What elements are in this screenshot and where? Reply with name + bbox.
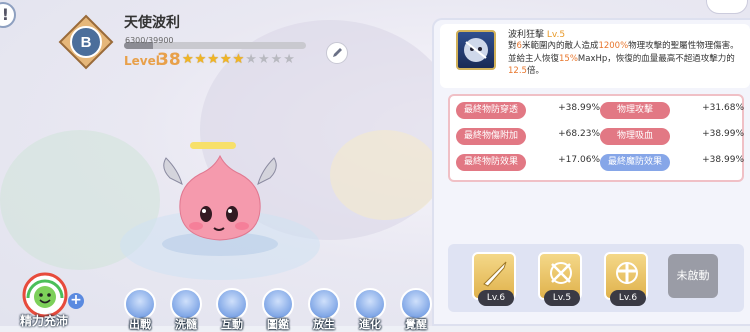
inactive-slot[interactable]: 未啟動 (668, 254, 718, 298)
stat-value: +38.99% (702, 129, 744, 139)
stat-row: 最終物傷附加 +68.23% (456, 128, 602, 145)
menu-label: 圖鑑 (267, 318, 289, 331)
energy-add-icon[interactable]: + (68, 293, 84, 309)
stat-row: 最終魔防效果 +38.99% (600, 154, 746, 171)
star-icon: ★ (270, 52, 283, 67)
star-icon: ★ (182, 52, 194, 67)
close-button[interactable] (706, 0, 748, 14)
stat-label: 物理吸血 (600, 128, 670, 145)
refine-button[interactable]: 洗髓 (166, 288, 206, 331)
menu-label: 出戰 (129, 318, 151, 331)
desc-text: 米範圍內的敵人造成 (521, 41, 599, 51)
passive-skill-level: Lv.6 (610, 290, 646, 306)
star-icon: ★ (245, 52, 257, 67)
stat-value: +38.99% (702, 155, 744, 165)
star-icon: ★ (219, 52, 232, 67)
stat-value: +17.06% (558, 155, 600, 165)
stat-value: +38.99% (558, 103, 600, 113)
desc-text: MaxHp，恢復的血量最高不超過攻擊力的 (577, 53, 735, 64)
deploy-button[interactable]: 出戰 (120, 288, 160, 331)
desc-highlight: 1200% (598, 41, 629, 51)
desc-highlight: 12.5 (508, 66, 527, 76)
menu-label: 洗髓 (175, 318, 197, 331)
skill-icon[interactable] (456, 30, 496, 70)
pencil-icon (333, 48, 342, 57)
codex-button[interactable]: 圖鑑 (258, 288, 298, 331)
pet-name: 天使波利 (124, 15, 180, 31)
passive-skill-level: Lv.6 (478, 290, 514, 306)
stat-row: 物理吸血 +38.99% (600, 128, 746, 145)
desc-highlight: 15% (559, 53, 578, 64)
passive-skill-slot[interactable]: Lv.6 (604, 252, 648, 306)
menu-label: 放生 (313, 318, 335, 331)
awaken-button[interactable]: 覺醒 (396, 288, 436, 331)
rank-badge: B (58, 14, 114, 70)
skill-name: 波利狂擊 (508, 30, 545, 40)
evolve-button[interactable]: 進化 (350, 288, 390, 331)
stat-row: 最終物防穿透 +38.99% (456, 102, 602, 119)
stat-label: 最終魔防效果 (600, 154, 670, 171)
menu-label: 進化 (359, 318, 381, 331)
poring-skill-icon (464, 38, 488, 62)
sword-icon (483, 261, 507, 287)
star-icon: ★ (232, 52, 245, 67)
cross-shield-icon (616, 262, 638, 284)
skill-title: 波利狂擊 Lv.5 (508, 27, 565, 40)
level-label: Level (124, 54, 160, 68)
stat-row: 最終物防效果 +17.06% (456, 154, 602, 171)
stat-value: +68.23% (558, 129, 600, 139)
exp-text: 6300/39900 (125, 36, 174, 45)
passive-skill-slot[interactable]: Lv.5 (538, 252, 582, 306)
star-icon: ★ (207, 52, 219, 67)
release-button[interactable]: 放生 (304, 288, 344, 331)
passive-skill-level: Lv.5 (544, 290, 580, 306)
rank-letter: B (81, 34, 92, 51)
star-icon: ★ (257, 52, 270, 67)
energy-label: 精力充沛 (20, 314, 69, 328)
angel-poring-pet (162, 154, 278, 256)
stat-label: 最終物防穿透 (456, 102, 526, 119)
background-decor (330, 130, 440, 220)
edit-name-button[interactable] (326, 42, 348, 64)
desc-text: 對 (508, 41, 517, 51)
passive-skill-slot[interactable]: Lv.6 (472, 252, 516, 306)
menu-label: 互動 (221, 318, 243, 331)
stat-label: 物理攻擊 (600, 102, 670, 119)
stat-row: 物理攻擊 +31.68% (600, 102, 746, 119)
interact-button[interactable]: 互動 (212, 288, 252, 331)
crossed-swords-icon (550, 262, 572, 284)
stat-label: 最終物傷附加 (456, 128, 526, 145)
stat-value: +31.68% (702, 103, 744, 113)
star-icon: ★ (194, 52, 207, 67)
star-rating: ★ ★ ★ ★ ★ ★ ★ ★ ★ (182, 52, 295, 67)
level-value: 38 (157, 50, 181, 70)
skill-description: 對6米範圍內的敵人造成1200%物理攻擊的聖屬性物理傷害。並給主人恢復15%Ma… (508, 40, 744, 78)
star-icon: ★ (283, 52, 295, 67)
skill-level: Lv.5 (546, 30, 566, 40)
desc-text: 倍。 (526, 66, 544, 76)
stat-label: 最終物防效果 (456, 154, 526, 171)
